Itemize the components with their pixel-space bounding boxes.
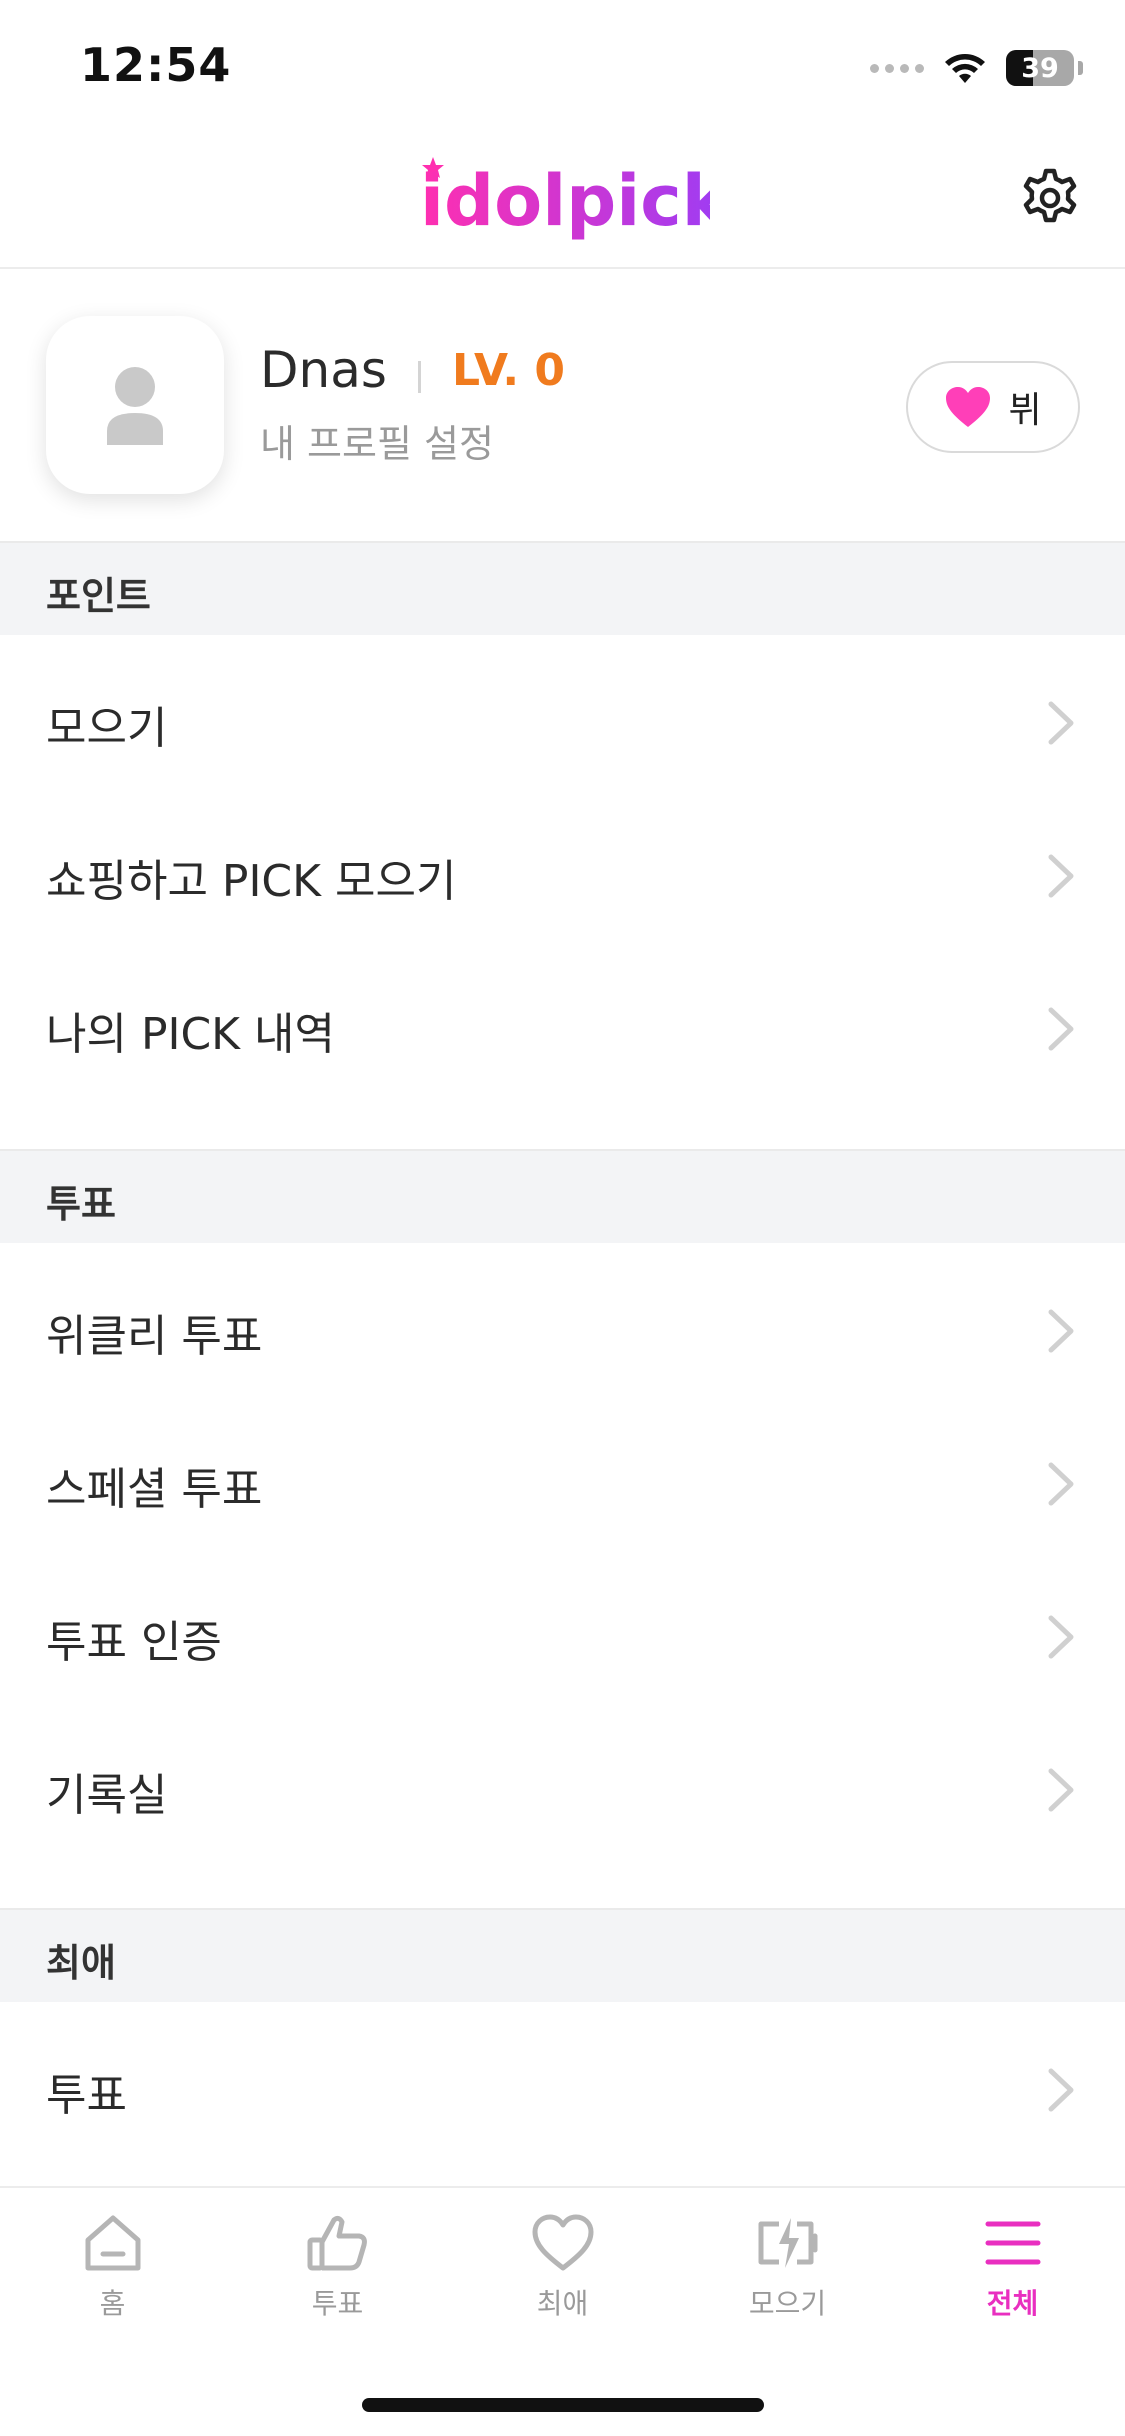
name-divider (418, 361, 421, 393)
battery-icon: 39 (1006, 50, 1074, 86)
heart-outline-icon (532, 2214, 593, 2271)
menu-item-label: 투표 인증 (46, 1617, 222, 1668)
menu-item-my-pick-history[interactable]: 나의 PICK 내역 (0, 952, 1125, 1105)
menu-item-label: 스페셜 투표 (46, 1464, 263, 1515)
section-title: 포인트 (46, 574, 151, 618)
favorite-idol-badge[interactable]: 뷔 (906, 361, 1080, 453)
menu-item-label: 모으기 (46, 703, 168, 754)
menu-item-collect[interactable]: 모으기 (0, 646, 1125, 799)
tab-label: 전체 (986, 2287, 1039, 2320)
profile-settings-link[interactable]: 내 프로필 설정 (260, 413, 494, 468)
cellular-signal-icon (870, 63, 924, 73)
tab-vote[interactable]: 투표 (225, 2210, 450, 2330)
battery-percentage: 39 (1021, 52, 1059, 84)
battery-charge-icon (758, 2218, 817, 2268)
chevron-right-icon (1048, 2068, 1074, 2112)
status-indicators: 39 (870, 48, 1083, 88)
chevron-right-icon (1048, 1007, 1074, 1051)
tab-label: 홈 (99, 2287, 126, 2320)
gear-icon (1023, 168, 1077, 223)
avatar[interactable] (46, 316, 224, 494)
menu-item-shopping-pick[interactable]: 쇼핑하고 PICK 모으기 (0, 799, 1125, 952)
tab-all[interactable]: 전체 (900, 2210, 1125, 2330)
wifi-icon (945, 54, 985, 83)
user-placeholder-icon (107, 367, 163, 445)
profile-section: Dnas LV. 0 내 프로필 설정 뷔 (0, 271, 1125, 541)
menu-item-label: 쇼핑하고 PICK 모으기 (46, 856, 457, 907)
home-icon (85, 2215, 140, 2271)
tab-favorite[interactable]: 최애 (450, 2210, 675, 2330)
heart-icon (946, 387, 991, 427)
profile-level: LV. 0 (452, 345, 566, 396)
settings-button[interactable] (1017, 165, 1083, 231)
menu-item-label: 위클리 투표 (46, 1311, 263, 1362)
status-bar: 12:54 39 (0, 0, 1125, 135)
battery-tip (1078, 61, 1083, 75)
chevron-right-icon (1048, 854, 1074, 898)
home-indicator[interactable] (362, 2398, 764, 2412)
section-header-favorite: 최애 (0, 1908, 1125, 2002)
thumbs-up-icon (307, 2215, 367, 2271)
chevron-right-icon (1048, 1309, 1074, 1353)
tab-label: 최애 (536, 2287, 589, 2320)
tab-home[interactable]: 홈 (0, 2210, 225, 2330)
menu-item-records[interactable]: 기록실 (0, 1713, 1125, 1866)
section-title: 투표 (46, 1182, 116, 1226)
chevron-right-icon (1048, 701, 1074, 745)
menu-item-label: 나의 PICK 내역 (46, 1009, 335, 1060)
menu-item-favorite-vote[interactable]: 투표 (0, 2013, 1125, 2166)
status-time: 12:54 (80, 38, 232, 92)
menu-icon (985, 2221, 1040, 2265)
tab-label: 투표 (311, 2287, 364, 2320)
chevron-right-icon (1048, 1462, 1074, 1506)
tab-collect[interactable]: 모으기 (675, 2210, 900, 2330)
section-title: 최애 (46, 1941, 116, 1985)
menu-item-vote-verification[interactable]: 투표 인증 (0, 1560, 1125, 1713)
idolpick-logo: idolpick (420, 157, 710, 242)
menu-item-special-vote[interactable]: 스페셜 투표 (0, 1407, 1125, 1560)
tab-label: 모으기 (748, 2287, 827, 2320)
app-header: idolpick (0, 135, 1125, 269)
section-header-points: 포인트 (0, 541, 1125, 635)
chevron-right-icon (1048, 1615, 1074, 1659)
logo-text: idolpick (420, 160, 710, 242)
favorite-idol-label: 뷔 (1008, 390, 1042, 431)
section-header-vote: 투표 (0, 1149, 1125, 1243)
menu-item-weekly-vote[interactable]: 위클리 투표 (0, 1254, 1125, 1407)
menu-item-label: 투표 (46, 2070, 127, 2121)
chevron-right-icon (1048, 1768, 1074, 1812)
profile-name: Dnas (260, 341, 387, 399)
menu-item-label: 기록실 (46, 1770, 168, 1821)
